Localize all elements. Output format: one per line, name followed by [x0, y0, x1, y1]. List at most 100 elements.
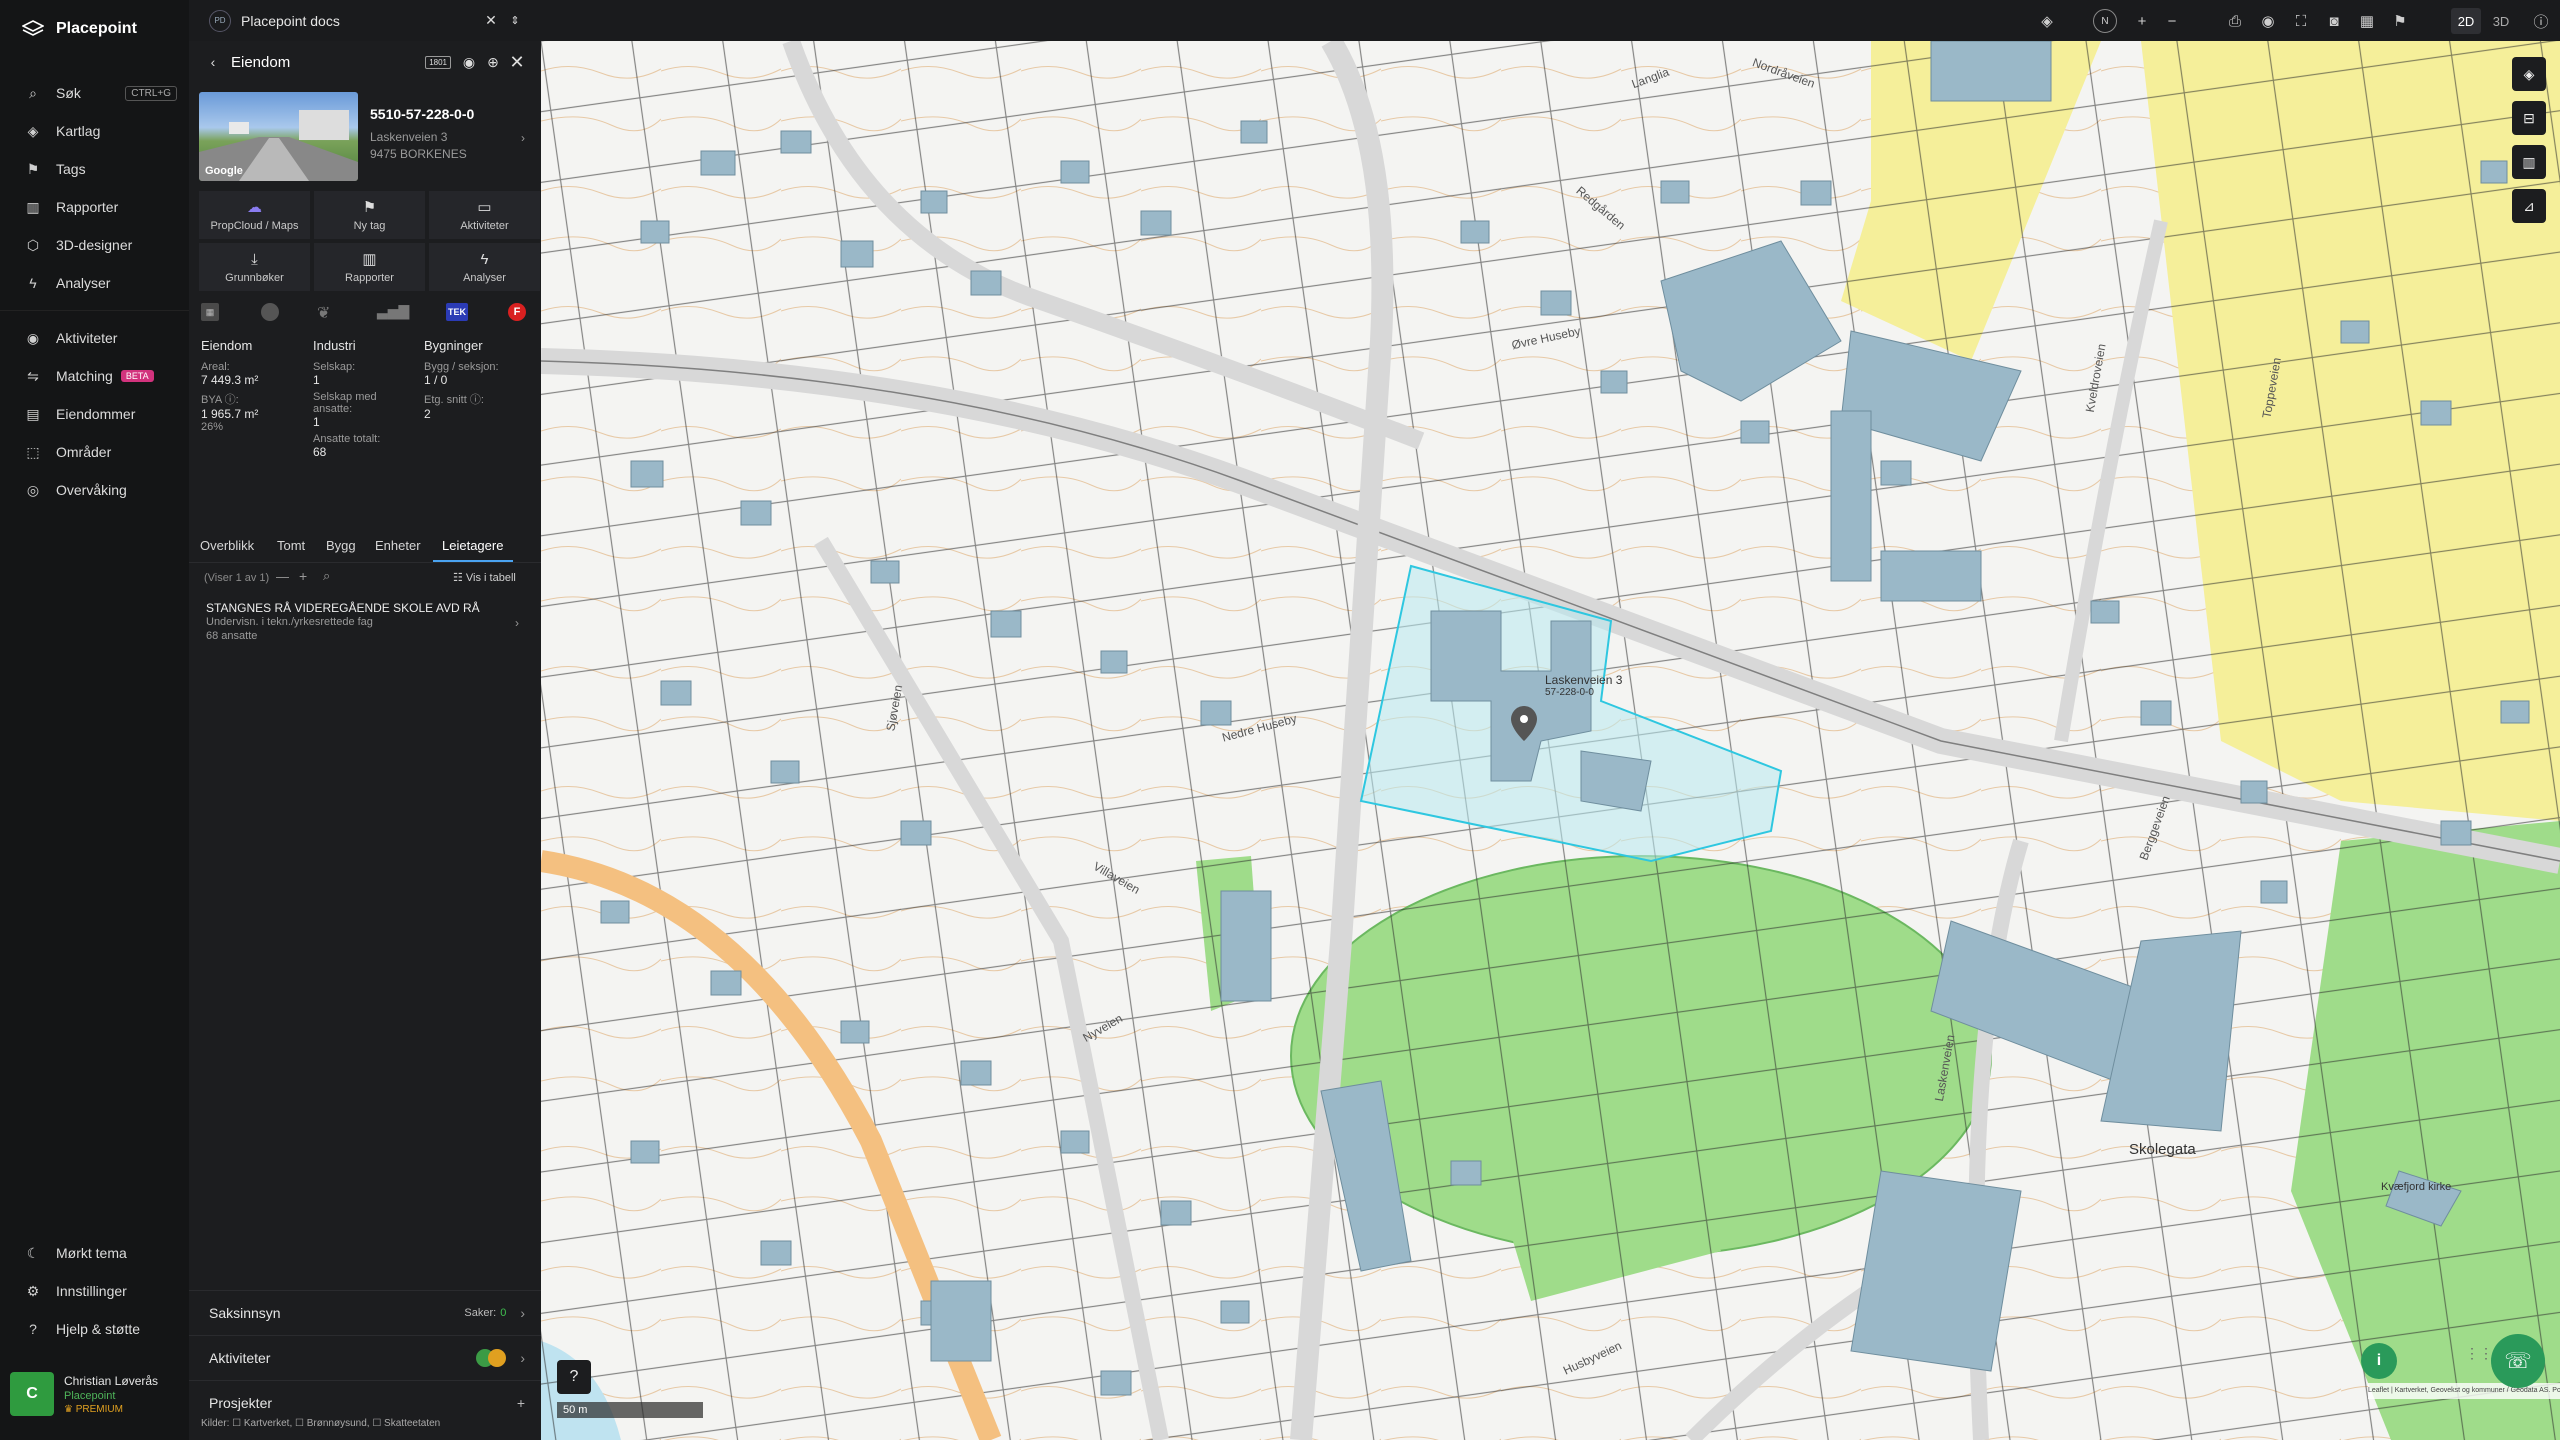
nav-item-tags[interactable]: ⚑ Tags [0, 150, 189, 188]
close-icon[interactable]: ✕ [505, 50, 529, 74]
nav-label: Analyser [56, 275, 111, 291]
stats-source-icon[interactable]: ▃▅▇ [377, 303, 409, 320]
measure-icon[interactable]: ⊟ [2512, 101, 2546, 135]
nav-item-help[interactable]: ? Hjelp & støtte [0, 1310, 189, 1348]
user-profile[interactable]: C Christian Løverås Placepoint ♛ PREMIUM [10, 1368, 182, 1420]
workspace-title[interactable]: Placepoint docs [241, 13, 340, 29]
gear-icon: ⚙ [26, 1282, 40, 1299]
drag-handle-icon[interactable]: ⋮⋮ [2465, 1345, 2493, 1362]
panel-header: ‹ Eiendom 1801 ◉ ⊕ ✕ [189, 41, 541, 83]
nav-item-matching[interactable]: ⇋ Matching BETA [0, 357, 189, 395]
street-view-photo[interactable]: Google [199, 92, 358, 181]
stat-label: Areal: [201, 361, 230, 373]
info-icon[interactable]: i [2361, 1343, 2397, 1379]
plus-icon[interactable]: + [517, 1395, 525, 1411]
saker-count: 0 [500, 1307, 507, 1319]
plus-icon[interactable]: + [299, 568, 307, 584]
chevron-updown-icon[interactable]: ⇕ [503, 9, 527, 33]
tab-bygg[interactable]: Bygg [326, 538, 356, 553]
comment-icon: ▭ [477, 199, 492, 216]
nav-item-eiendommer[interactable]: ▤ Eiendommer [0, 395, 189, 433]
list-item[interactable]: STANGNES RÅ VIDEREGÅENDE SKOLE AVD RÅ Un… [189, 591, 541, 659]
propcloud-button[interactable]: ☁ PropCloud / Maps [199, 191, 310, 239]
stat-heading: Eiendom [201, 338, 253, 353]
new-tag-button[interactable]: ⚑ Ny tag [314, 191, 425, 239]
id-badge[interactable]: 1801 [425, 55, 451, 69]
grunnboker-button[interactable]: ⤓ Grunnbøker [199, 243, 310, 291]
eye-icon[interactable]: ◉ [2255, 8, 2281, 34]
stats-industri: Industri Selskap: 1 Selskap med ansatte:… [313, 338, 418, 459]
analyses-button[interactable]: ϟ Analyser [429, 243, 540, 291]
grid-icon[interactable]: ▦ [2354, 8, 2380, 34]
zoom-out-icon[interactable]: − [2159, 8, 2185, 34]
mode-3d-button[interactable]: 3D [2486, 8, 2516, 34]
cube-icon: ⬡ [26, 236, 40, 253]
bookmark-icon: ⚑ [26, 160, 40, 177]
street-label: Skolegata [2129, 1141, 2196, 1158]
stats-eiendom: Eiendom Areal: 7 449.3 m² BYA ⓘ: 1 965.7… [201, 338, 306, 433]
search-icon: ⌕ [29, 84, 37, 101]
property-postal: 9475 BORKENES [370, 147, 467, 161]
section-aktiviteter[interactable]: Aktiviteter › [189, 1335, 541, 1380]
section-label: Saksinnsyn [209, 1305, 281, 1321]
map-canvas[interactable]: Laskenveien 3 57-228-0-0 Langlia Nordråv… [541, 41, 2560, 1440]
tenant-employees: 68 ansatte [206, 630, 258, 642]
nav-item-dark-theme[interactable]: ☾ Mørkt tema [0, 1234, 189, 1272]
zoom-in-icon[interactable]: + [2129, 8, 2155, 34]
button-label: Grunnbøker [225, 271, 284, 284]
nav-item-sok[interactable]: ⌕ Søk CTRL+G [0, 74, 189, 112]
saker-label: Saker: [464, 1307, 497, 1319]
fullscreen-icon[interactable]: ⛶ [2288, 8, 2314, 34]
close-icon[interactable]: ✕ [479, 9, 503, 33]
avatar: C [10, 1372, 54, 1416]
nav-item-settings[interactable]: ⚙ Innstillinger [0, 1272, 189, 1310]
compass-icon[interactable]: N [2093, 9, 2117, 33]
nav-item-rapporter[interactable]: ▥ Rapporter [0, 188, 189, 226]
nav-item-aktiviteter[interactable]: ◉ Aktiviteter [0, 319, 189, 357]
tenant-sector: Undervisn. i tekn./yrkesrettede fag [206, 616, 373, 628]
chevron-right-icon[interactable]: › [521, 131, 525, 145]
cloud-icon: ☁ [247, 199, 262, 216]
nav-item-kartlag[interactable]: ◈ Kartlag [0, 112, 189, 150]
brand[interactable]: Placepoint [22, 20, 137, 38]
nav-item-omrader[interactable]: ⬚ Områder [0, 433, 189, 471]
camera-icon[interactable]: ◙ [2321, 8, 2347, 34]
bookmark-icon: ⚑ [362, 199, 377, 216]
section-saksinnsyn[interactable]: Saksinnsyn Saker: 0 › [189, 1290, 541, 1335]
search-icon[interactable]: ⌕ [323, 568, 330, 584]
link-label: Vis i tabell [465, 572, 516, 584]
tek-source-badge[interactable]: TEK [446, 303, 468, 321]
info-icon[interactable]: ⓘ [2528, 8, 2554, 34]
nav-label: Tags [56, 161, 86, 177]
plant-source-icon[interactable]: ❦ [317, 303, 330, 323]
layer-settings-icon[interactable]: ◈ [2512, 57, 2546, 91]
nav-item-overvaking[interactable]: ◎ Overvåking [0, 471, 189, 509]
add-circle-icon[interactable]: ⊕ [481, 50, 505, 74]
globe-source-icon[interactable] [261, 303, 279, 321]
eye-icon[interactable]: ◉ [457, 50, 481, 74]
print-icon[interactable]: ⎙ [2222, 8, 2248, 34]
nav-item-3d-designer[interactable]: ⬡ 3D-designer [0, 226, 189, 264]
minus-icon[interactable]: — [276, 569, 289, 584]
crown-icon: ♛ [64, 1403, 76, 1415]
tab-leietagere[interactable]: Leietagere [442, 538, 503, 553]
sources-footer: Kilder: ☐ Kartverket, ☐ Brønnøysund, ☐ S… [201, 1418, 441, 1429]
chart-icon[interactable]: ▥ [2512, 145, 2546, 179]
tab-tomt[interactable]: Tomt [277, 538, 305, 553]
layers-stack-icon[interactable]: ◈ [2034, 8, 2060, 34]
layers-source-icon[interactable]: ▦ [201, 303, 219, 321]
tab-enheter[interactable]: Enheter [375, 538, 421, 553]
mode-2d-button[interactable]: 2D [2451, 8, 2481, 34]
back-icon[interactable]: ‹ [201, 50, 225, 74]
tab-overblikk[interactable]: Overblikk [200, 538, 254, 553]
activities-button[interactable]: ▭ Aktiviteter [429, 191, 540, 239]
ruler-icon[interactable]: ⊿ [2512, 189, 2546, 223]
reports-button[interactable]: ▥ Rapporter [314, 243, 425, 291]
chat-icon[interactable]: ☏ [2491, 1334, 2545, 1388]
button-label: Ny tag [353, 220, 386, 232]
bookmark-icon[interactable]: ⚑ [2387, 8, 2413, 34]
help-icon[interactable]: ? [557, 1360, 591, 1394]
nav-item-analyser[interactable]: ϟ Analyser [0, 264, 189, 302]
show-in-table-link[interactable]: ☷ Vis i tabell [453, 571, 516, 584]
f-source-badge[interactable]: F [508, 303, 526, 321]
